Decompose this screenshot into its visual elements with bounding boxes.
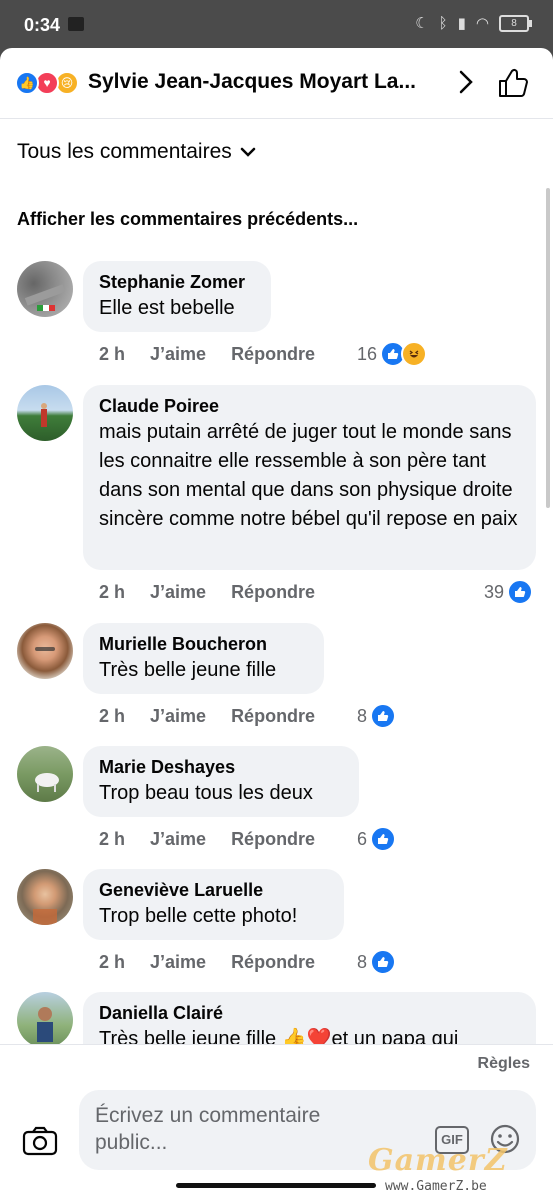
reply-button[interactable]: Répondre bbox=[231, 706, 315, 727]
comment-bubble[interactable]: Claude Poiree mais putain arrêté de juge… bbox=[83, 385, 536, 570]
comments-sheet: 👍 ♥ 😢 Sylvie Jean-Jacques Moyart La... T… bbox=[0, 48, 553, 1200]
reply-button[interactable]: Répondre bbox=[231, 829, 315, 850]
signal-icon: ▮ bbox=[457, 15, 466, 32]
reaction-count: 39 bbox=[484, 581, 505, 602]
comment-author[interactable]: Murielle Boucheron bbox=[99, 632, 308, 656]
comment-actions: 2 h J’aime Répondre bbox=[99, 582, 340, 603]
comment-text: mais putain arrêté de juger tout le mond… bbox=[99, 421, 518, 530]
rules-link[interactable]: Règles bbox=[478, 1055, 530, 1073]
reply-button[interactable]: Répondre bbox=[231, 344, 315, 365]
comment-actions: 2 h J’aime Répondre bbox=[99, 952, 340, 973]
avatar[interactable] bbox=[17, 623, 73, 679]
comment-author[interactable]: Marie Deshayes bbox=[99, 755, 343, 779]
like-outline-icon[interactable] bbox=[496, 66, 530, 100]
comment-author[interactable]: Geneviève Laruelle bbox=[99, 878, 328, 902]
status-bar: 0:34 ☾ ᛒ ▮ ◠ 8 bbox=[0, 0, 553, 50]
post-title[interactable]: Sylvie Jean-Jacques Moyart La... bbox=[88, 70, 433, 94]
comment-actions: 2 h J’aime Répondre bbox=[99, 344, 340, 365]
wifi-icon: ◠ bbox=[475, 15, 489, 32]
comment-actions: 2 h J’aime Répondre bbox=[99, 706, 340, 727]
like-button[interactable]: J’aime bbox=[150, 952, 206, 973]
comment-bubble[interactable]: Stephanie Zomer Elle est bebelle bbox=[83, 261, 271, 332]
comment-filter-dropdown[interactable]: Tous les commentaires bbox=[17, 140, 256, 164]
comment-reactions[interactable]: 39 bbox=[484, 579, 534, 605]
status-time: 0:34 bbox=[24, 15, 61, 35]
comment-text: Elle est bebelle bbox=[99, 297, 235, 319]
comment-text: Trop beau tous les deux bbox=[99, 782, 313, 804]
comment-reactions[interactable]: 16 bbox=[357, 341, 428, 367]
chevron-down-icon bbox=[240, 147, 255, 157]
notification-icon bbox=[68, 17, 84, 31]
avatar[interactable] bbox=[17, 746, 73, 802]
like-reaction-icon bbox=[370, 703, 397, 729]
reaction-count: 8 bbox=[357, 951, 368, 972]
comment-reactions[interactable]: 8 bbox=[357, 703, 397, 729]
like-button[interactable]: J’aime bbox=[150, 706, 206, 727]
comment-time: 2 h bbox=[99, 344, 126, 364]
avatar[interactable] bbox=[17, 869, 73, 925]
reaction-count: 8 bbox=[357, 705, 368, 726]
comment-composer: Règles Écrivez un commentaire public... … bbox=[0, 1044, 553, 1200]
battery-icon: 8 bbox=[499, 14, 532, 32]
comment-author[interactable]: Claude Poiree bbox=[99, 394, 520, 418]
comment-time: 2 h bbox=[99, 706, 126, 726]
comment-bubble[interactable]: Marie Deshayes Trop beau tous les deux bbox=[83, 746, 359, 817]
like-reaction-icon bbox=[370, 826, 397, 852]
like-button[interactable]: J’aime bbox=[150, 344, 206, 365]
comment-reactions[interactable]: 6 bbox=[357, 826, 397, 852]
comment-actions: 2 h J’aime Répondre bbox=[99, 829, 340, 850]
chevron-right-icon[interactable] bbox=[452, 68, 480, 96]
like-reaction-icon: 👍 bbox=[15, 71, 39, 95]
like-reaction-icon bbox=[370, 949, 397, 975]
home-indicator[interactable] bbox=[176, 1183, 376, 1188]
comment-author[interactable]: Stephanie Zomer bbox=[99, 270, 255, 294]
system-icons: ☾ ᛒ ▮ ◠ 8 bbox=[415, 14, 532, 32]
moon-icon: ☾ bbox=[415, 15, 429, 32]
view-previous-comments-link[interactable]: Afficher les commentaires précédents... bbox=[17, 209, 358, 230]
like-reaction-icon bbox=[507, 579, 534, 605]
reply-button[interactable]: Répondre bbox=[231, 582, 315, 603]
comment-text: Trop belle cette photo! bbox=[99, 905, 298, 927]
watermark-logo: GamerZ bbox=[368, 1143, 508, 1178]
reaction-count: 6 bbox=[357, 828, 368, 849]
scrollbar[interactable] bbox=[546, 188, 550, 508]
comment-input-placeholder: Écrivez un commentaire public... bbox=[95, 1104, 321, 1154]
avatar[interactable] bbox=[17, 992, 73, 1048]
reaction-count: 16 bbox=[357, 343, 378, 364]
avatar[interactable] bbox=[17, 261, 73, 317]
comment-time: 2 h bbox=[99, 829, 126, 849]
haha-reaction-icon bbox=[401, 341, 428, 367]
bluetooth-icon: ᛒ bbox=[438, 14, 448, 32]
comment-bubble[interactable]: Geneviève Laruelle Trop belle cette phot… bbox=[83, 869, 344, 940]
comment-author[interactable]: Daniella Clairé bbox=[99, 1001, 520, 1025]
reply-button[interactable]: Répondre bbox=[231, 952, 315, 973]
post-reactions[interactable]: 👍 ♥ 😢 bbox=[15, 71, 85, 95]
camera-icon[interactable] bbox=[22, 1125, 58, 1157]
comment-time: 2 h bbox=[99, 952, 126, 972]
watermark-url: www.GamerZ.be bbox=[385, 1179, 487, 1194]
like-button[interactable]: J’aime bbox=[150, 582, 206, 603]
comment-reactions[interactable]: 8 bbox=[357, 949, 397, 975]
like-button[interactable]: J’aime bbox=[150, 829, 206, 850]
comment-time: 2 h bbox=[99, 582, 126, 602]
filter-label: Tous les commentaires bbox=[17, 140, 232, 163]
comment-text: Très belle jeune fille bbox=[99, 659, 277, 681]
post-header: 👍 ♥ 😢 Sylvie Jean-Jacques Moyart La... bbox=[0, 48, 553, 119]
avatar[interactable] bbox=[17, 385, 73, 441]
comment-bubble[interactable]: Murielle Boucheron Très belle jeune fill… bbox=[83, 623, 324, 694]
